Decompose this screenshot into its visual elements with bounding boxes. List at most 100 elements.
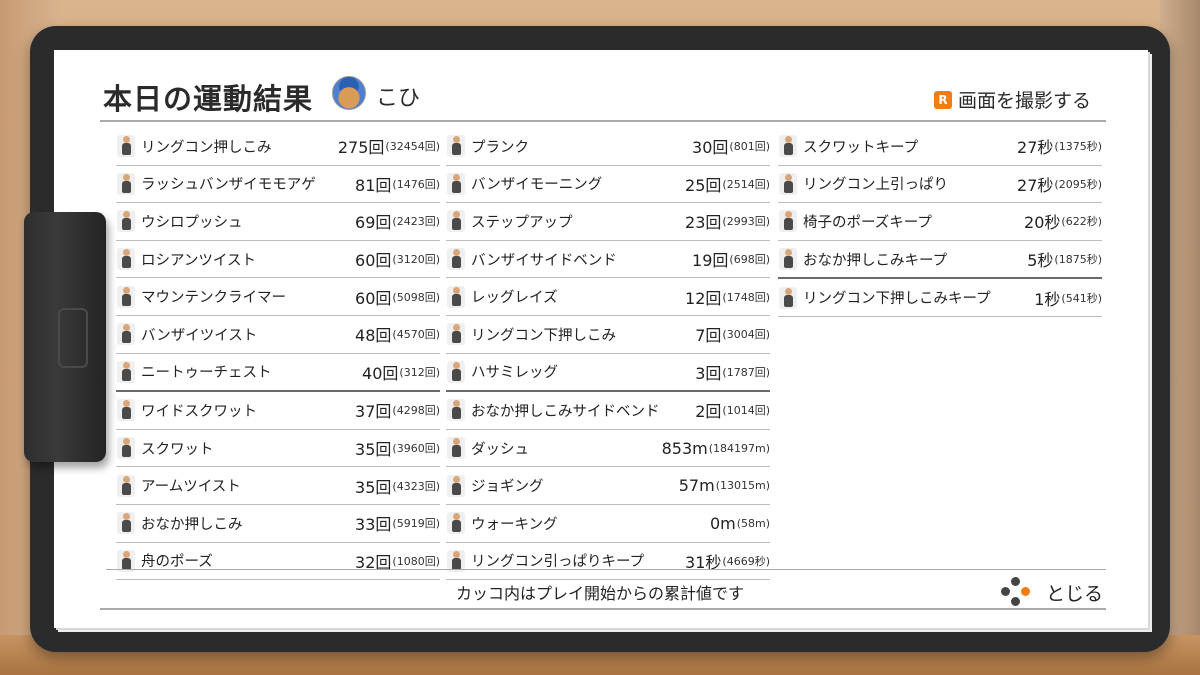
exercise-row: リングコン上引っぱり 27秒 (2095秒) xyxy=(778,166,1102,204)
exercise-name: ラッシュバンザイモモアゲ xyxy=(141,177,316,194)
exercise-today-value: 853m xyxy=(661,438,708,458)
exercise-name: レッグレイズ xyxy=(471,290,558,307)
exercise-column-1: リングコン押しこみ 275回 (32454回) ラッシュバンザイモモアゲ 81回 (147… xyxy=(116,128,440,581)
exercise-row: リングコン下押しこみ 7回 (3004回) xyxy=(446,316,770,354)
exercise-name: スクワット xyxy=(141,441,214,458)
exercise-today-value: 40回 xyxy=(362,363,399,383)
exercise-row: リングコン下押しこみキープ 1秒 (541秒) xyxy=(778,279,1102,317)
exercise-cumulative-value: (1375秒) xyxy=(1054,140,1102,154)
exercise-figure-icon xyxy=(117,285,135,308)
footer-divider-top xyxy=(106,569,1106,570)
exercise-row: スクワット 35回 (3960回) xyxy=(116,430,440,468)
exercise-row: ウシロプッシュ 69回 (2423回) xyxy=(116,203,440,241)
exercise-cumulative-value: (2514回) xyxy=(722,177,770,191)
exercise-cumulative-value: (1080回) xyxy=(392,554,440,568)
exercise-cumulative-value: (698回) xyxy=(729,253,770,267)
exercise-row: ニートゥーチェスト 40回 (312回) xyxy=(116,354,440,393)
title-divider xyxy=(100,120,1106,122)
page-title: 本日の運動結果 xyxy=(103,82,314,116)
exercise-cumulative-value: (32454回) xyxy=(385,140,440,154)
exercise-name: プランク xyxy=(471,139,529,156)
clip-slot xyxy=(58,308,88,368)
exercise-figure-icon xyxy=(779,135,797,158)
exercise-row: バンザイサイドベンド 19回 (698回) xyxy=(446,241,770,279)
exercise-column-2: プランク 30回 (801回) バンザイモーニング 25回 (2514回) ステップアップ 2… xyxy=(446,128,770,581)
exercise-figure-icon xyxy=(447,285,465,308)
exercise-figure-icon xyxy=(447,360,465,383)
exercise-today-value: 33回 xyxy=(355,515,392,535)
exercise-name: ウォーキング xyxy=(471,516,558,533)
exercise-today-value: 81回 xyxy=(355,175,392,195)
exercise-row: ダッシュ 853m (184197m) xyxy=(446,430,770,468)
exercise-figure-icon xyxy=(447,399,465,422)
exercise-figure-icon xyxy=(779,210,797,233)
exercise-name: バンザイツイスト xyxy=(141,327,258,344)
exercise-row: ワイドスクワット 37回 (4298回) xyxy=(116,392,440,430)
exercise-figure-icon xyxy=(117,474,135,497)
exercise-today-value: 25回 xyxy=(685,175,722,195)
exercise-figure-icon xyxy=(447,512,465,535)
exercise-today-value: 35回 xyxy=(355,477,392,497)
exercise-cumulative-value: (5098回) xyxy=(392,290,440,304)
exercise-row: ステップアップ 23回 (2993回) xyxy=(446,203,770,241)
exercise-row: おなか押しこみサイドベンド 2回 (1014回) xyxy=(446,392,770,430)
exercise-name: 椅子のポーズキープ xyxy=(803,214,932,231)
exercise-name: リングコン押しこみ xyxy=(141,139,272,156)
exercise-figure-icon xyxy=(117,172,135,195)
exercise-cumulative-value: (5919回) xyxy=(392,517,440,531)
exercise-row: おなか押しこみキープ 5秒 (1875秒) xyxy=(778,241,1102,280)
exercise-today-value: 30回 xyxy=(692,138,729,158)
exercise-cumulative-value: (312回) xyxy=(399,365,440,379)
exercise-cumulative-value: (541秒) xyxy=(1061,291,1102,305)
exercise-figure-icon xyxy=(117,399,135,422)
exercise-cumulative-value: (3120回) xyxy=(392,253,440,267)
exercise-name: おなか押しこみキープ xyxy=(803,252,948,269)
exercise-name: リングコン上引っぱり xyxy=(803,177,948,194)
exercise-figure-icon xyxy=(779,172,797,195)
exercise-cumulative-value: (2423回) xyxy=(392,215,440,229)
exercise-cumulative-value: (3960回) xyxy=(392,442,440,456)
exercise-figure-icon xyxy=(447,135,465,158)
exercise-figure-icon xyxy=(447,437,465,460)
exercise-name: ステップアップ xyxy=(471,214,573,231)
exercise-row: リングコン引っぱりキープ 31秒 (4669秒) xyxy=(446,543,770,581)
r-button-icon: R xyxy=(934,90,952,109)
exercise-name: ジョギング xyxy=(471,479,544,496)
exercise-cumulative-value: (3004回) xyxy=(722,328,770,342)
exercise-today-value: 3回 xyxy=(695,363,722,383)
exercise-name: リングコン下押しこみキープ xyxy=(803,291,991,308)
exercise-name: ダッシュ xyxy=(471,441,529,458)
exercise-name: おなか押しこみサイドベンド xyxy=(471,403,660,420)
exercise-cumulative-value: (4323回) xyxy=(392,479,440,493)
exercise-row: 舟のポーズ 32回 (1080回) xyxy=(116,543,440,581)
exercise-row: レッグレイズ 12回 (1748回) xyxy=(446,278,770,316)
exercise-cumulative-value: (184197m) xyxy=(708,441,770,455)
exercise-cumulative-value: (2993回) xyxy=(722,215,770,229)
exercise-cumulative-value: (1875秒) xyxy=(1054,253,1102,267)
exercise-figure-icon xyxy=(117,210,135,233)
exercise-name: マウンテンクライマー xyxy=(141,290,286,307)
exercise-today-value: 19回 xyxy=(692,251,729,271)
exercise-figure-icon xyxy=(117,323,135,346)
exercise-today-value: 35回 xyxy=(355,440,392,460)
exercise-figure-icon xyxy=(117,248,135,271)
exercise-row: おなか押しこみ 33回 (5919回) xyxy=(116,505,440,543)
exercise-figure-icon xyxy=(779,248,797,271)
exercise-name: ハサミレッグ xyxy=(471,365,558,382)
footer-divider-bottom xyxy=(100,608,1106,610)
exercise-today-value: 7回 xyxy=(695,326,722,346)
exercise-figure-icon xyxy=(447,210,465,233)
exercise-cumulative-value: (1748回) xyxy=(722,290,770,304)
exercise-today-value: 60回 xyxy=(355,251,392,271)
exercise-today-value: 37回 xyxy=(355,402,392,422)
exercise-cumulative-value: (1476回) xyxy=(392,177,440,191)
exercise-name: スクワットキープ xyxy=(803,139,919,156)
exercise-figure-icon xyxy=(447,248,465,271)
exercise-cumulative-value: (4298回) xyxy=(392,404,440,418)
exercise-row: ロシアンツイスト 60回 (3120回) xyxy=(116,241,440,279)
capture-screen-button[interactable]: R 画面を撮影する xyxy=(934,86,1091,113)
close-button[interactable]: とじる xyxy=(1000,576,1103,608)
exercise-cumulative-value: (2095秒) xyxy=(1054,177,1102,191)
exercise-cumulative-value: (1787回) xyxy=(722,365,770,379)
exercise-figure-icon xyxy=(447,172,465,195)
